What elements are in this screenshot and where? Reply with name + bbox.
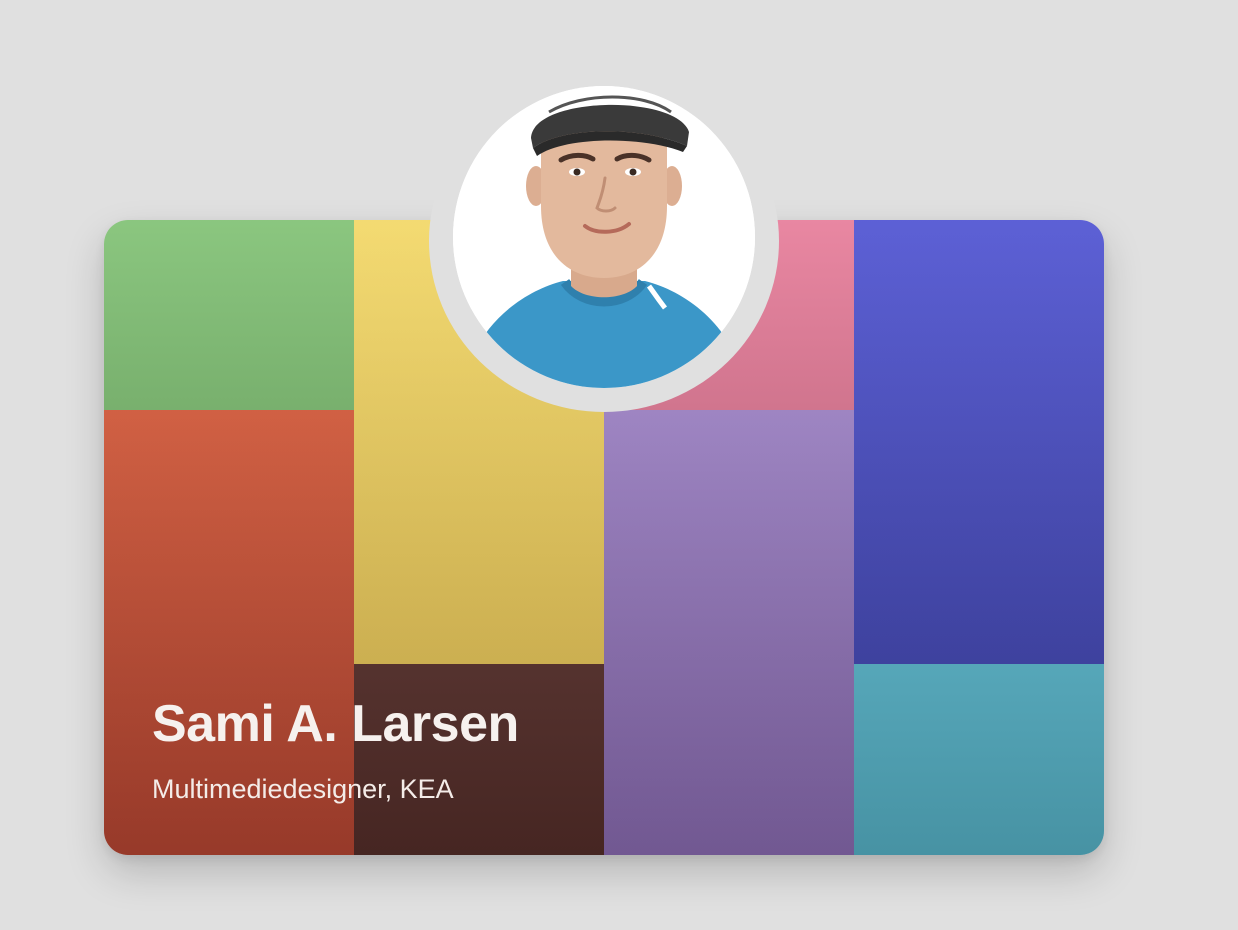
profile-page: Sami A. Larsen Multimediedesigner, KEA	[0, 0, 1238, 930]
avatar	[453, 86, 755, 388]
color-block-green	[104, 220, 354, 410]
color-block-teal	[854, 664, 1104, 855]
color-block-blue	[854, 220, 1104, 664]
color-block-purple	[604, 410, 854, 855]
profile-role: Multimediedesigner, KEA	[152, 774, 454, 804]
profile-name: Sami A. Larsen	[152, 695, 519, 753]
person-portrait-icon	[453, 86, 755, 388]
